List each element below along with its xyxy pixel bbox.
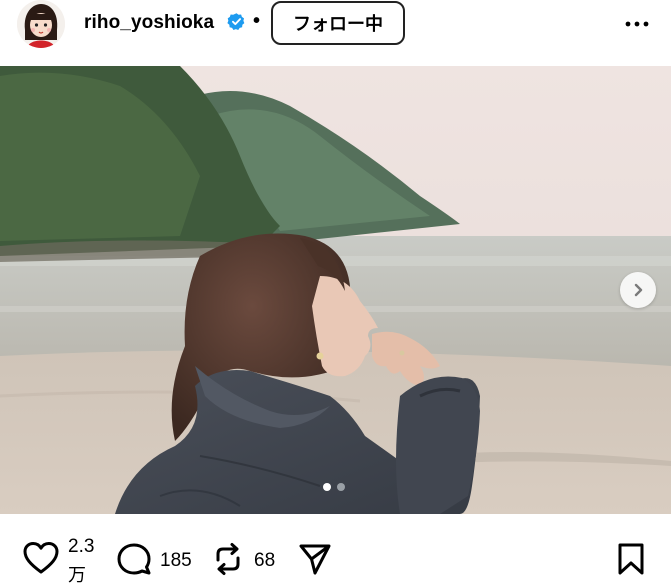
carousel-dot xyxy=(337,483,345,491)
repost-icon[interactable] xyxy=(212,542,244,581)
comments-count[interactable]: 185 xyxy=(160,550,192,572)
reposts-count[interactable]: 68 xyxy=(254,550,275,572)
post-header: riho_yoshioka • フォロー中 xyxy=(0,0,671,66)
verified-badge-icon xyxy=(227,12,246,31)
likes-count-unit[interactable]: 万 xyxy=(68,561,86,586)
following-button[interactable]: フォロー中 xyxy=(271,1,405,45)
more-options-icon[interactable] xyxy=(622,14,652,34)
carousel-next-button[interactable] xyxy=(620,272,656,308)
separator-dot: • xyxy=(253,10,261,32)
post-action-bar: 2.3 万 185 68 xyxy=(0,514,671,586)
bookmark-icon[interactable] xyxy=(617,542,645,581)
username[interactable]: riho_yoshioka xyxy=(84,12,214,34)
heart-icon[interactable] xyxy=(22,541,60,580)
carousel-indicator xyxy=(323,483,353,493)
carousel-dot-active xyxy=(323,483,331,491)
avatar[interactable] xyxy=(17,0,65,48)
photo-image xyxy=(0,66,671,514)
chevron-right-icon xyxy=(634,283,643,297)
likes-count[interactable]: 2.3 xyxy=(68,536,94,558)
share-icon[interactable] xyxy=(298,542,332,581)
post-photo[interactable] xyxy=(0,66,671,514)
comment-icon[interactable] xyxy=(116,542,152,581)
